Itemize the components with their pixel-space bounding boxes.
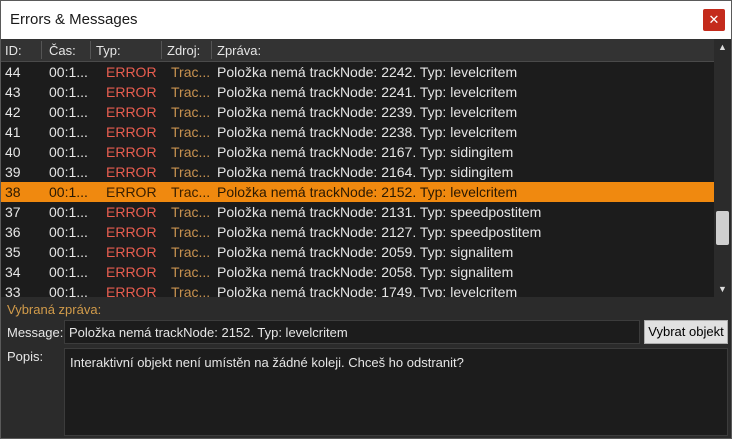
column-divider[interactable] [90, 41, 91, 59]
cell-message: Položka nemá trackNode: 2167. Typ: sidin… [217, 144, 514, 160]
table-header: ID: Čas: Typ: Zdroj: Zpráva: [1, 39, 714, 62]
table-row[interactable]: 37 00:1... ERROR Trac... Položka nemá trackN… [1, 202, 714, 222]
cell-message: Položka nemá trackNode: 2127. Typ: speed… [217, 224, 542, 240]
cell-message: Položka nemá trackNode: 2242. Typ: level… [217, 64, 518, 80]
cell-time: 00:1... [49, 84, 88, 100]
cell-id: 37 [5, 204, 21, 220]
cell-type: ERROR [106, 264, 157, 280]
table-row[interactable]: 39 00:1... ERROR Trac... Položka nemá trackN… [1, 162, 714, 182]
cell-message: Položka nemá trackNode: 1749. Typ: level… [217, 284, 518, 297]
cell-time: 00:1... [49, 124, 88, 140]
cell-message: Položka nemá trackNode: 2239. Typ: level… [217, 104, 518, 120]
cell-time: 00:1... [49, 104, 88, 120]
cell-time: 00:1... [49, 244, 88, 260]
cell-id: 42 [5, 104, 21, 120]
column-header-type[interactable]: Typ: [96, 43, 121, 58]
table-row[interactable]: 43 00:1... ERROR Trac... Položka nemá trackN… [1, 82, 714, 102]
table-row[interactable]: 40 00:1... ERROR Trac... Položka nemá trackN… [1, 142, 714, 162]
cell-type: ERROR [106, 84, 157, 100]
table-row[interactable]: 41 00:1... ERROR Trac... Položka nemá trackN… [1, 122, 714, 142]
scroll-up-arrow-icon[interactable]: ▲ [714, 39, 731, 55]
selected-message-heading: Vybraná zpráva: [7, 302, 102, 317]
cell-source: Trac... [171, 204, 211, 220]
table-row[interactable]: 44 00:1... ERROR Trac... Položka nemá trackN… [1, 62, 714, 82]
cell-type: ERROR [106, 224, 157, 240]
cell-source: Trac... [171, 84, 211, 100]
table-row[interactable]: 34 00:1... ERROR Trac... Položka nemá trackN… [1, 262, 714, 282]
message-list[interactable]: 44 00:1... ERROR Trac... Položka nemá trackN… [1, 62, 714, 297]
title-bar: Errors & Messages ✕ [1, 1, 731, 39]
close-icon: ✕ [708, 12, 720, 27]
cell-time: 00:1... [49, 184, 88, 200]
cell-type: ERROR [106, 164, 157, 180]
cell-message: Položka nemá trackNode: 2059. Typ: signa… [217, 244, 514, 260]
vertical-scrollbar[interactable]: ▲ ▼ [714, 39, 731, 297]
cell-message: Položka nemá trackNode: 2131. Typ: speed… [217, 204, 542, 220]
cell-type: ERROR [106, 244, 157, 260]
close-button[interactable]: ✕ [703, 9, 725, 31]
cell-type: ERROR [106, 124, 157, 140]
cell-source: Trac... [171, 64, 211, 80]
column-header-time[interactable]: Čas: [49, 43, 76, 58]
cell-id: 38 [5, 184, 21, 200]
cell-type: ERROR [106, 144, 157, 160]
table-row[interactable]: 42 00:1... ERROR Trac... Položka nemá trackN… [1, 102, 714, 122]
scroll-down-arrow-icon[interactable]: ▼ [714, 281, 731, 297]
cell-id: 44 [5, 64, 21, 80]
cell-source: Trac... [171, 224, 211, 240]
column-header-id[interactable]: ID: [5, 43, 22, 58]
cell-id: 33 [5, 284, 21, 297]
cell-id: 34 [5, 264, 21, 280]
table-row[interactable]: 33 00:1... ERROR Trac... Položka nemá trackN… [1, 282, 714, 297]
cell-time: 00:1... [49, 144, 88, 160]
cell-type: ERROR [106, 64, 157, 80]
table-row[interactable]: 35 00:1... ERROR Trac... Položka nemá trackN… [1, 242, 714, 262]
cell-source: Trac... [171, 104, 211, 120]
errors-messages-window: Errors & Messages ✕ ID: Čas: Typ: Zdroj:… [0, 0, 732, 439]
cell-source: Trac... [171, 144, 211, 160]
cell-source: Trac... [171, 284, 211, 297]
cell-type: ERROR [106, 184, 157, 200]
cell-time: 00:1... [49, 204, 88, 220]
cell-source: Trac... [171, 164, 211, 180]
cell-message: Položka nemá trackNode: 2058. Typ: signa… [217, 264, 514, 280]
cell-id: 39 [5, 164, 21, 180]
cell-source: Trac... [171, 264, 211, 280]
message-label: Message: [7, 325, 64, 340]
cell-id: 35 [5, 244, 21, 260]
window-title: Errors & Messages [10, 11, 138, 28]
description-label: Popis: [7, 349, 44, 364]
cell-message: Položka nemá trackNode: 2241. Typ: level… [217, 84, 518, 100]
cell-time: 00:1... [49, 64, 88, 80]
column-divider[interactable] [161, 41, 162, 59]
cell-id: 36 [5, 224, 21, 240]
message-field[interactable]: Položka nemá trackNode: 2152. Typ: level… [64, 320, 640, 344]
column-divider[interactable] [41, 41, 42, 59]
cell-id: 40 [5, 144, 21, 160]
cell-source: Trac... [171, 184, 211, 200]
cell-type: ERROR [106, 284, 157, 297]
table-row[interactable]: 38 00:1... ERROR Trac... Položka nemá trackN… [1, 182, 714, 202]
description-field[interactable]: Interaktivní objekt není umístěn na žádn… [64, 348, 728, 436]
select-object-button[interactable]: Vybrat objekt [644, 320, 728, 344]
cell-message: Položka nemá trackNode: 2152. Typ: level… [217, 184, 518, 200]
cell-time: 00:1... [49, 224, 88, 240]
cell-message: Položka nemá trackNode: 2238. Typ: level… [217, 124, 518, 140]
table-row[interactable]: 36 00:1... ERROR Trac... Položka nemá trackN… [1, 222, 714, 242]
cell-time: 00:1... [49, 284, 88, 297]
cell-source: Trac... [171, 124, 211, 140]
column-header-message[interactable]: Zpráva: [217, 43, 261, 58]
cell-id: 43 [5, 84, 21, 100]
column-header-source[interactable]: Zdroj: [167, 43, 200, 58]
cell-id: 41 [5, 124, 21, 140]
cell-source: Trac... [171, 244, 211, 260]
cell-type: ERROR [106, 104, 157, 120]
scrollbar-thumb[interactable] [716, 211, 729, 245]
cell-message: Položka nemá trackNode: 2164. Typ: sidin… [217, 164, 514, 180]
cell-type: ERROR [106, 204, 157, 220]
cell-time: 00:1... [49, 164, 88, 180]
cell-time: 00:1... [49, 264, 88, 280]
column-divider[interactable] [211, 41, 212, 59]
